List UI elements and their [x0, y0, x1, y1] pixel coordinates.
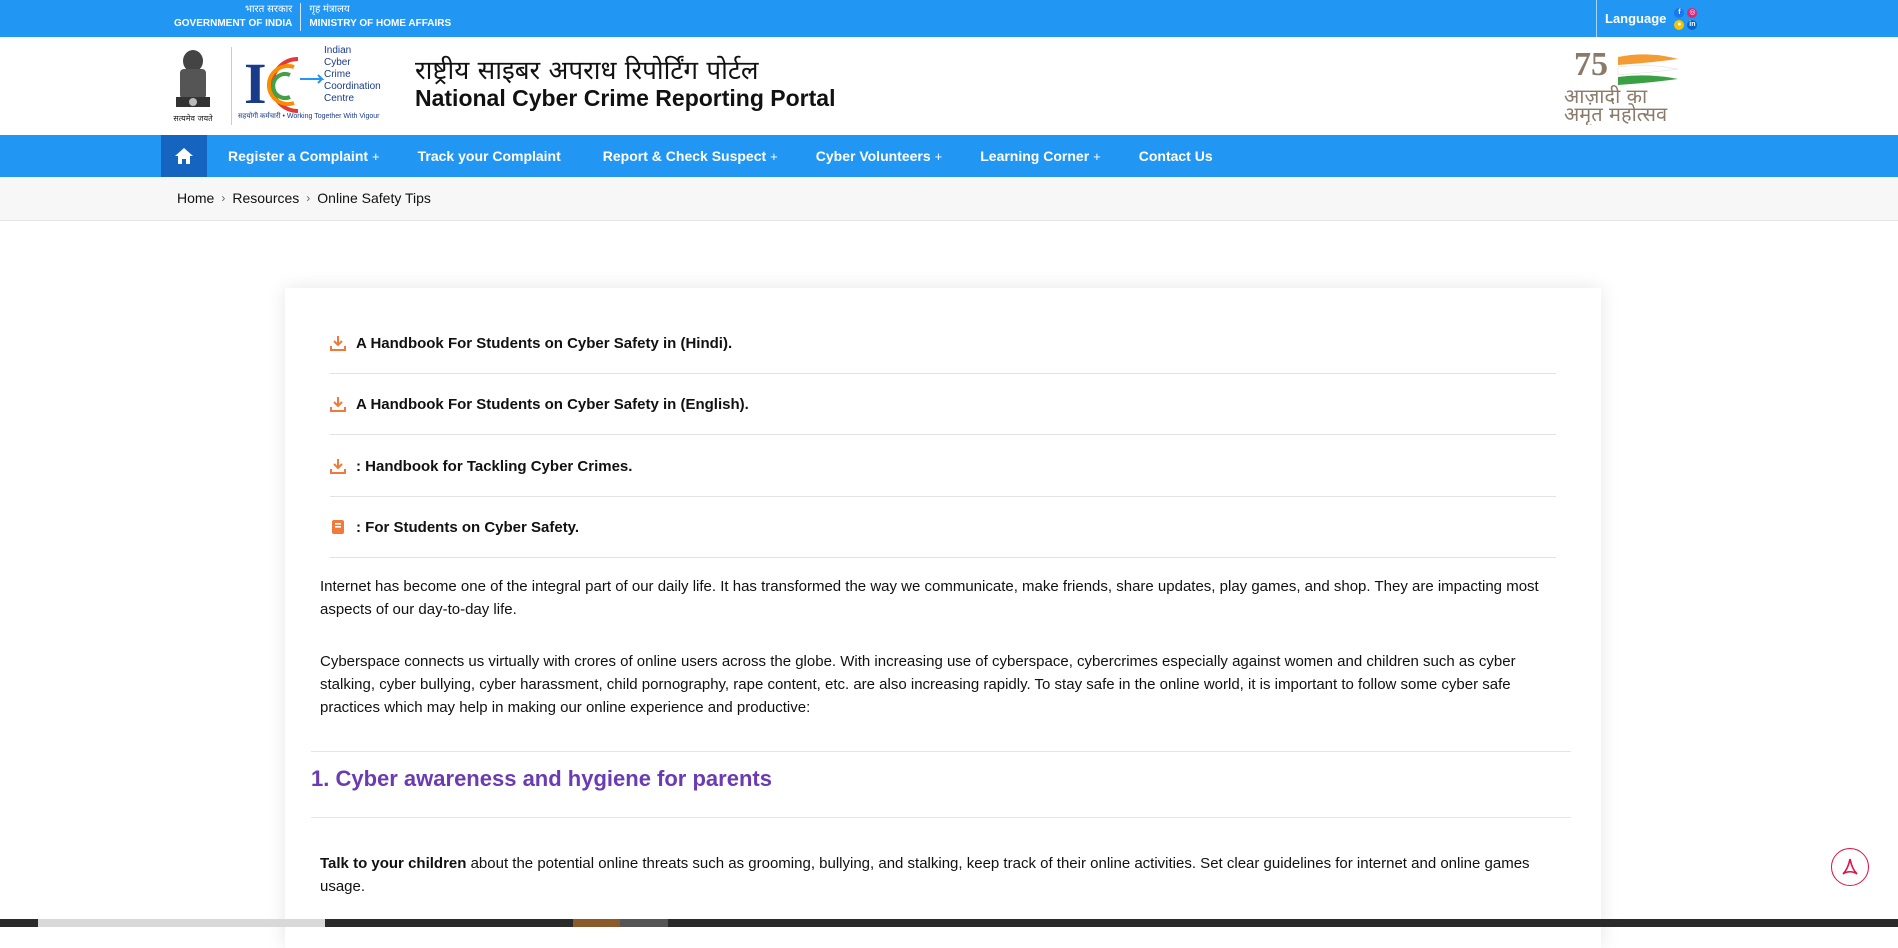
azadi-line-2: अमृत महोत्सव: [1564, 102, 1668, 125]
download-label: A Handbook For Students on Cyber Safety …: [356, 334, 733, 352]
os-taskbar: [0, 919, 1898, 927]
svg-text:I: I: [244, 51, 267, 116]
breadcrumb-home[interactable]: Home: [177, 190, 214, 206]
download-icon: [330, 396, 346, 412]
breadcrumb-resources[interactable]: Resources: [232, 190, 299, 206]
gov-top-bar: भारत सरकार GOVERNMENT OF INDIA गृह मंत्र…: [0, 0, 1898, 37]
facebook-icon[interactable]: f: [1674, 7, 1685, 18]
nav-item-label: Track your Complaint: [417, 148, 561, 164]
section-heading-parents: 1. Cyber awareness and hygiene for paren…: [311, 766, 772, 791]
koo-icon[interactable]: ●: [1674, 19, 1685, 30]
expand-plus-icon: +: [770, 149, 778, 164]
chevron-right-icon: ›: [221, 191, 226, 205]
pdf-icon: [1842, 858, 1858, 875]
breadcrumb: Home › Resources › Online Safety Tips: [0, 177, 1898, 221]
site-header: सत्यमेव जयते I Indian Cyber Crime Coordi…: [0, 37, 1898, 135]
download-label: : Handbook for Tackling Cyber Crimes.: [356, 457, 633, 475]
portal-title-hindi: राष्ट्रीय साइबर अपराध रिपोर्टिंग पोर्टल: [415, 56, 759, 86]
intro-paragraph-1: Internet has become one of the integral …: [320, 578, 1539, 618]
chevron-right-icon: ›: [306, 191, 311, 205]
tip-emphasis: Talk to your children: [320, 855, 467, 872]
social-links: f ◎ ● in: [1674, 7, 1698, 30]
breadcrumb-trail: Home › Resources › Online Safety Tips: [177, 190, 431, 206]
gov-identity: भारत सरकार GOVERNMENT OF INDIA गृह मंत्र…: [174, 3, 459, 31]
nav-report-check-suspect[interactable]: Report & Check Suspect +: [584, 135, 797, 177]
section-divider-bottom: [311, 817, 1571, 818]
taskbar-app-slot[interactable]: [620, 919, 668, 927]
download-link-tackling-cyber-crimes[interactable]: : Handbook for Tackling Cyber Crimes.: [330, 436, 1556, 497]
svg-text:75: 75: [1574, 46, 1608, 83]
nav-item-label: Report & Check Suspect: [602, 148, 767, 164]
national-emblem-icon: सत्यमेव जयते: [173, 50, 213, 123]
download-icon: [330, 335, 346, 351]
nav-track-complaint[interactable]: Track your Complaint: [399, 135, 584, 177]
nav-item-label: Learning Corner: [980, 148, 1090, 164]
home-icon: [175, 148, 193, 164]
i4c-name: Indian Cyber Crime Coordination Centre: [324, 45, 381, 105]
i4c-line-2: Cyber: [324, 57, 351, 68]
mha-english: MINISTRY OF HOME AFFAIRS: [309, 18, 452, 29]
tip-text: about the potential online threats such …: [320, 855, 1530, 895]
gov-india-block: भारत सरकार GOVERNMENT OF INDIA: [174, 3, 300, 31]
i4c-line-1: Indian: [324, 45, 352, 56]
download-link-students-cyber-safety[interactable]: : For Students on Cyber Safety.: [330, 497, 1556, 558]
nav-contact-us[interactable]: Contact Us: [1120, 135, 1236, 177]
mha-block: गृह मंत्रालय MINISTRY OF HOME AFFAIRS: [300, 3, 459, 31]
nav-item-label: Register a Complaint: [228, 148, 369, 164]
download-icon: [330, 458, 346, 474]
pdf-reader-button[interactable]: [1831, 848, 1869, 886]
mha-hindi: गृह मंत्रालय: [309, 4, 350, 15]
language-button[interactable]: Language: [1597, 11, 1674, 26]
i4c-line-4: Coordination: [324, 81, 381, 92]
expand-plus-icon: +: [372, 149, 380, 164]
main-nav: Register a Complaint + Track your Complai…: [0, 135, 1898, 177]
nav-item-label: Cyber Volunteers: [815, 148, 931, 164]
expand-plus-icon: +: [1093, 149, 1101, 164]
i4c-tagline: सहयोगी कर्मचारी • Working Together With …: [238, 113, 380, 120]
portal-title-english: National Cyber Crime Reporting Portal: [415, 85, 836, 111]
gov-bar-tools: Language f ◎ ● in: [1596, 0, 1698, 37]
i4c-line-3: Crime: [324, 69, 351, 80]
nav-item-label: Contact Us: [1138, 148, 1213, 164]
expand-plus-icon: +: [934, 149, 943, 164]
download-label: : For Students on Cyber Safety.: [356, 518, 580, 536]
i4c-line-5: Centre: [324, 93, 355, 104]
download-link-hindi-handbook[interactable]: A Handbook For Students on Cyber Safety …: [330, 313, 1556, 374]
nav-learning-corner[interactable]: Learning Corner +: [961, 135, 1120, 177]
parents-tip-paragraph: Talk to your children about the potentia…: [320, 852, 1566, 898]
instagram-icon[interactable]: ◎: [1687, 7, 1698, 18]
linkedin-icon[interactable]: in: [1687, 19, 1698, 30]
breadcrumb-current: Online Safety Tips: [317, 190, 431, 206]
nav-items: Register a Complaint + Track your Complai…: [209, 135, 1236, 177]
download-label: A Handbook For Students on Cyber Safety …: [356, 395, 749, 413]
svg-text:सत्यमेव जयते: सत्यमेव जयते: [173, 113, 213, 123]
download-link-english-handbook[interactable]: A Handbook For Students on Cyber Safety …: [330, 374, 1556, 435]
nav-register-complaint[interactable]: Register a Complaint +: [209, 135, 399, 177]
section-divider-top: [311, 751, 1571, 752]
header-divider: [231, 47, 232, 125]
gov-india-hindi: भारत सरकार: [244, 4, 293, 15]
book-icon: [330, 519, 346, 535]
azadi-ka-amrit-mahotsav-logo-icon: 75 आज़ादी का अमृत महोत्सव: [1564, 46, 1679, 125]
nav-cyber-volunteers[interactable]: Cyber Volunteers +: [797, 135, 961, 177]
taskbar-app-slot[interactable]: [38, 919, 325, 927]
nav-home-button[interactable]: [161, 135, 207, 177]
content-card: A Handbook For Students on Cyber Safety …: [285, 288, 1601, 948]
intro-paragraph-2: Cyberspace connects us virtually with cr…: [320, 653, 1516, 716]
gov-india-english: GOVERNMENT OF INDIA: [174, 18, 293, 29]
